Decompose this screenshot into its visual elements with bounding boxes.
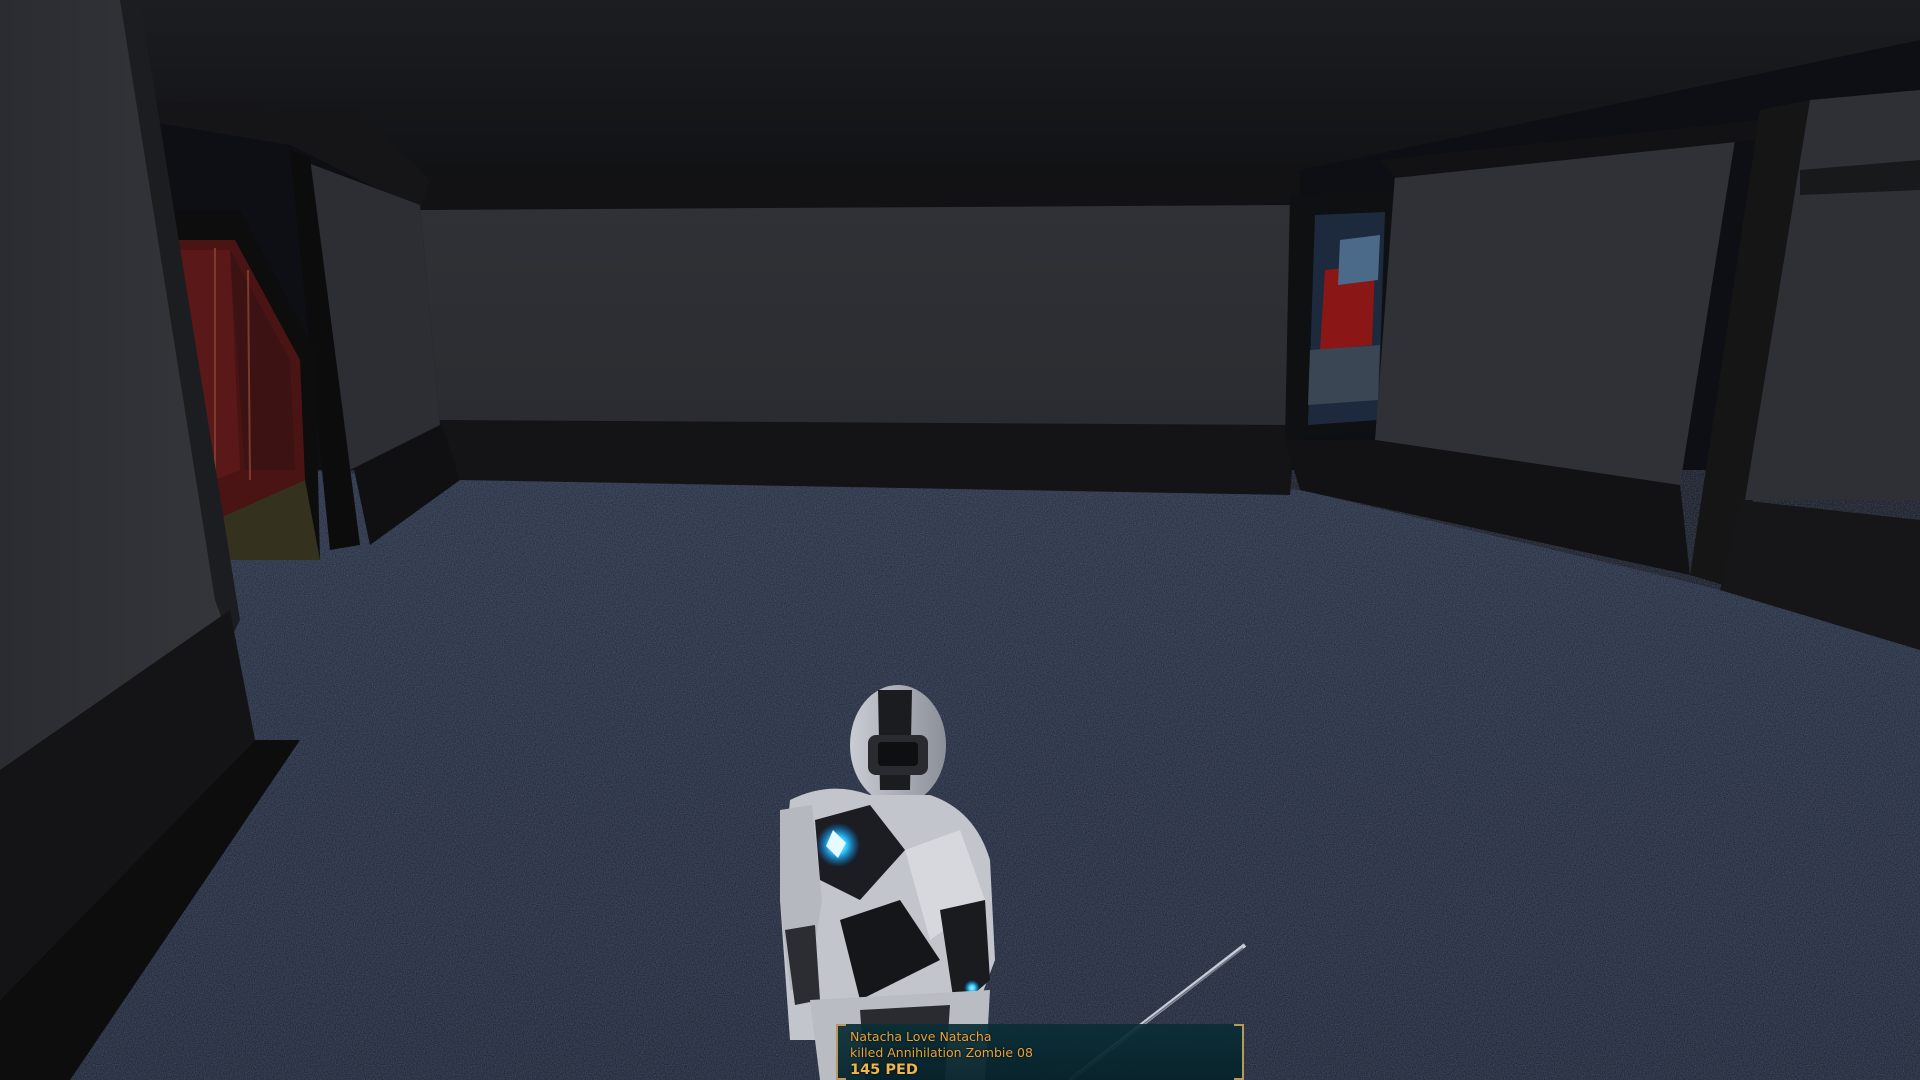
- back-wall: [420, 200, 1300, 430]
- notification-player-name: Natacha Love Natacha: [850, 1029, 992, 1044]
- room-scene: [0, 0, 1920, 1080]
- notification-value: 145 PED: [850, 1062, 918, 1078]
- notification-frame-right: [1234, 1024, 1244, 1080]
- global-loot-notification: Natacha Love Natacha killed Annihilation…: [836, 1024, 1244, 1080]
- right-wall-panel: [1375, 140, 1735, 485]
- notification-frame-left: [836, 1024, 846, 1080]
- notification-event-text: killed Annihilation Zombie 08: [850, 1045, 1033, 1060]
- game-viewport[interactable]: Natacha Love Natacha killed Annihilation…: [0, 0, 1920, 1080]
